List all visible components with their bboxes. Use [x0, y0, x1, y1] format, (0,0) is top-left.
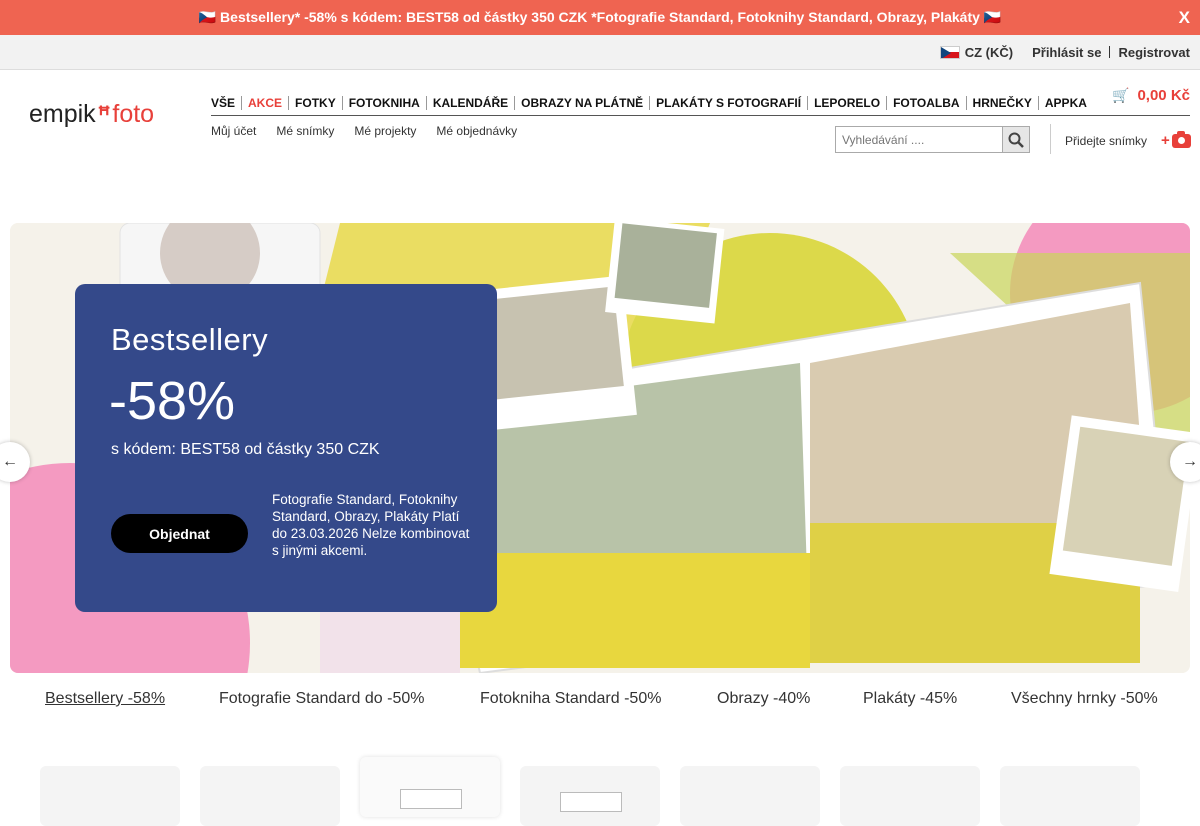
tab-fotokniha-standard[interactable]: Fotokniha Standard -50% — [480, 690, 661, 708]
search-input[interactable] — [836, 127, 1002, 152]
add-photos-button[interactable]: Přidejte snímky + — [1065, 130, 1191, 149]
product-image — [560, 792, 622, 812]
nav-item-obrazy[interactable]: OBRAZY NA PLÁTNĚ — [514, 95, 649, 110]
nav-item-akce[interactable]: AKCE — [241, 95, 288, 110]
search-icon — [1008, 132, 1024, 148]
divider — [1109, 46, 1111, 58]
nav-item-hrnecky[interactable]: HRNEČKY — [965, 95, 1038, 110]
subnav-my-projects[interactable]: Mé projekty — [354, 124, 416, 138]
arrow-left-icon: ← — [2, 453, 18, 470]
promo-discount: -58% — [109, 371, 236, 431]
czech-flag-icon — [939, 45, 960, 59]
promo-code-text: s kódem: BEST58 od částky 350 CZK — [111, 441, 380, 458]
promo-conditions: Fotografie Standard, Fotoknihy Standard,… — [272, 492, 470, 558]
promo-title: Bestsellery — [111, 322, 269, 357]
product-card[interactable] — [200, 766, 340, 826]
empik-foto-logo[interactable]: empik ꟸ foto — [29, 100, 154, 129]
nav-item-fotky[interactable]: FOTKY — [288, 95, 342, 110]
cart-total: 0,00 Kč — [1137, 87, 1190, 104]
product-card[interactable] — [40, 766, 180, 826]
product-card[interactable] — [360, 757, 500, 817]
nav-item-fotoalba[interactable]: FOTOALBA — [886, 95, 965, 110]
tab-obrazy[interactable]: Obrazy -40% — [717, 690, 810, 708]
nav-item-kalendare[interactable]: KALENDÁŘE — [425, 95, 514, 110]
product-card[interactable] — [1000, 766, 1140, 826]
arrow-right-icon: → — [1182, 453, 1198, 470]
tab-plakaty[interactable]: Plakáty -45% — [863, 690, 957, 708]
camera-icon — [1171, 130, 1191, 148]
subnav-my-account[interactable]: Můj účet — [211, 124, 256, 138]
register-link[interactable]: Registrovat — [1118, 45, 1190, 60]
product-card[interactable] — [680, 766, 820, 826]
subnav-my-orders[interactable]: Mé objednávky — [436, 124, 517, 138]
account-subnav: Můj účet Mé snímky Mé projekty Mé objedn… — [211, 124, 537, 138]
order-button[interactable]: Objednat — [111, 514, 248, 553]
promo-card: Bestsellery -58% s kódem: BEST58 od část… — [75, 284, 497, 612]
add-photos-label: Přidejte snímky — [1065, 133, 1148, 148]
nav-item-fotokniha[interactable]: FOTOKNIHA — [341, 95, 426, 110]
tab-fotografie-standard[interactable]: Fotografie Standard do -50% — [219, 690, 424, 708]
nav-item-plakaty[interactable]: PLAKÁTY S FOTOGRAFIÍ — [649, 95, 807, 110]
nav-item-appka[interactable]: APPKA — [1037, 95, 1093, 110]
main-nav: VŠE AKCE FOTKY FOTOKNIHA KALENDÁŘE OBRAZ… — [211, 90, 1190, 116]
nav-item-vse[interactable]: VŠE — [211, 96, 241, 110]
nav-item-leporelo[interactable]: LEPORELO — [807, 95, 886, 110]
cart-icon: 🛒 — [1112, 87, 1130, 103]
cart-button[interactable]: 🛒 0,00 Kč — [1112, 87, 1190, 104]
search-box — [835, 126, 1030, 153]
tab-hrnky[interactable]: Všechny hrnky -50% — [1011, 690, 1158, 708]
product-image — [400, 789, 462, 809]
login-link[interactable]: Přihlásit se — [1032, 45, 1101, 60]
logo-mark-icon: ꟸ — [97, 101, 111, 127]
promo-banner: 🇨🇿 Bestsellery* -58% s kódem: BEST58 od … — [0, 0, 1200, 35]
account-bar: CZ (KČ) Přihlásit se Registrovat — [0, 35, 1200, 70]
promo-close-button[interactable]: X — [1179, 8, 1190, 28]
search-button[interactable] — [1002, 127, 1029, 152]
product-card[interactable] — [520, 766, 660, 826]
tab-bestsellery[interactable]: Bestsellery -58% — [45, 690, 165, 708]
language-selector[interactable]: CZ (KČ) — [939, 45, 1013, 60]
product-card[interactable] — [840, 766, 980, 826]
promo-text: 🇨🇿 Bestsellery* -58% s kódem: BEST58 od … — [198, 9, 1002, 25]
plus-icon: + — [1161, 132, 1170, 149]
divider — [1050, 124, 1051, 154]
subnav-my-photos[interactable]: Mé snímky — [276, 124, 334, 138]
